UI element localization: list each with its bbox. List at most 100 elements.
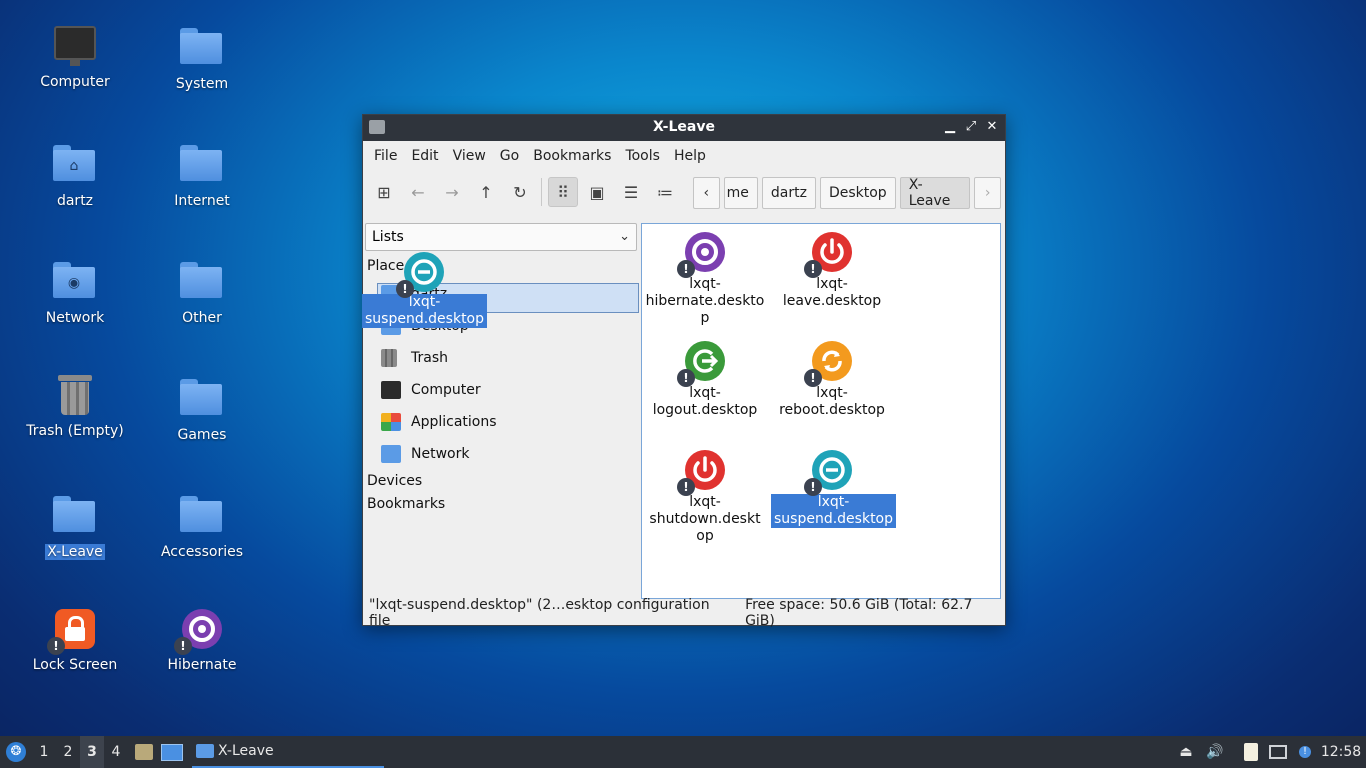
desktop-icon-accessories[interactable]: Accessories (142, 490, 262, 560)
file-item-reboot[interactable]: ! lxqt-reboot.desktop (771, 339, 893, 419)
folder-icon (180, 28, 224, 72)
taskbar-task-x-leave[interactable]: X-Leave (192, 736, 384, 768)
network-folder-icon (381, 445, 401, 463)
drag-ghost-label: lxqt-suspend.desktop (362, 294, 488, 328)
breadcrumb-item[interactable]: Desktop (819, 177, 896, 209)
compact-view-icon[interactable]: ☰ (616, 177, 646, 207)
sidebar-item-trash[interactable]: Trash (365, 342, 637, 374)
title-bar[interactable]: X-Leave ▁ ⤢ ✕ (363, 115, 1005, 141)
show-desktop-icon[interactable] (160, 736, 184, 768)
desktop-icon-lock-screen[interactable]: ! Lock Screen (15, 607, 135, 673)
file-name: lxqt-leave.desktop (782, 276, 882, 309)
desktop-icon-label: Lock Screen (32, 657, 118, 673)
icon-view-icon[interactable]: ⠿ (548, 177, 578, 207)
breadcrumb-scroll-right-icon[interactable]: › (974, 177, 1001, 209)
file-name-selected: lxqt-suspend.desktop (771, 494, 897, 528)
sidebar-item-label: Network (411, 446, 470, 462)
desktop-icon-network[interactable]: ◉ Network (15, 256, 135, 326)
power-icon: ! (804, 232, 852, 278)
thumbnail-view-icon[interactable]: ▣ (582, 177, 612, 207)
sidebar-item-computer[interactable]: Computer (365, 374, 637, 406)
breadcrumb-item-current[interactable]: X-Leave (899, 177, 971, 209)
warning-badge-icon: ! (47, 637, 65, 655)
file-view[interactable]: ! lxqt-hibernate.deskto p ! lxqt-leave.de… (641, 223, 1001, 599)
desktop-icon-system[interactable]: System (142, 22, 262, 92)
notification-icon[interactable]: ! (1294, 736, 1316, 768)
desktop-icon-label: Network (45, 310, 105, 326)
workspace-3-button[interactable]: 3 (80, 736, 104, 768)
file-name: lxqt-shutdown.deskt op (649, 494, 761, 544)
hibernate-icon: ! (174, 609, 224, 655)
desktop-icon-x-leave[interactable]: X-Leave (15, 490, 135, 560)
file-name: lxqt-logout.desktop (652, 385, 758, 418)
close-button[interactable]: ✕ (983, 118, 1001, 136)
forward-arrow-icon[interactable]: → (437, 177, 467, 207)
desktop-icon-internet[interactable]: Internet (142, 139, 262, 209)
reload-icon[interactable]: ↻ (505, 177, 535, 207)
breadcrumb-scroll-left-icon[interactable]: ‹ (693, 177, 720, 209)
workspace-1-button[interactable]: 1 (32, 736, 56, 768)
warning-badge-icon: ! (804, 478, 822, 496)
desktop-icon-label: Computer (40, 74, 110, 90)
menu-edit[interactable]: Edit (404, 148, 445, 164)
desktop-icon-label: Hibernate (167, 657, 237, 673)
file-item-logout[interactable]: ! lxqt-logout.desktop (644, 339, 766, 419)
trash-icon (381, 349, 397, 367)
start-menu-button[interactable]: ❂ (4, 736, 28, 768)
devices-section-header[interactable]: Devices (365, 470, 637, 493)
file-item-shutdown[interactable]: ! lxqt-shutdown.deskt op (644, 448, 766, 545)
sidebar-item-network[interactable]: Network (365, 438, 637, 470)
sidebar-item-label: Applications (411, 414, 497, 430)
file-item-leave[interactable]: ! lxqt-leave.desktop (771, 230, 893, 310)
desktop-icon-games[interactable]: Games (142, 373, 262, 443)
clock[interactable]: 12:58 (1320, 736, 1362, 768)
maximize-button[interactable]: ⤢ (962, 118, 980, 136)
file-item-hibernate[interactable]: ! lxqt-hibernate.deskto p (644, 230, 766, 327)
sidebar-item-applications[interactable]: Applications (365, 406, 637, 438)
hibernate-icon: ! (677, 232, 725, 278)
taskbar: ❂ 1 2 3 4 X-Leave ⏏ 🔊 ! 12:58 (0, 736, 1366, 768)
menu-tools[interactable]: Tools (618, 148, 667, 164)
breadcrumb: ‹ me dartz Desktop X-Leave › (693, 177, 1005, 209)
chevron-down-icon: ⌄ (619, 229, 630, 244)
network-status-icon[interactable] (1266, 736, 1290, 768)
workspace-2-button[interactable]: 2 (56, 736, 80, 768)
clipboard-icon[interactable] (1240, 736, 1262, 768)
breadcrumb-item[interactable]: me (723, 177, 758, 209)
back-arrow-icon[interactable]: ← (403, 177, 433, 207)
file-name: lxqt-reboot.desktop (779, 385, 885, 418)
warning-badge-icon: ! (396, 280, 414, 298)
menu-bar: File Edit View Go Bookmarks Tools Help (363, 141, 1005, 171)
network-folder-icon: ◉ (53, 262, 97, 306)
minimize-button[interactable]: ▁ (941, 118, 959, 136)
warning-badge-icon: ! (174, 637, 192, 655)
desktop-icon-trash[interactable]: Trash (Empty) (15, 373, 135, 439)
menu-bookmarks[interactable]: Bookmarks (526, 148, 618, 164)
desktop-icon-dartz[interactable]: ⌂ dartz (15, 139, 135, 209)
folder-icon (196, 744, 214, 758)
desktop-icon-label: Accessories (160, 544, 244, 560)
breadcrumb-item[interactable]: dartz (761, 177, 816, 209)
desktop-icon-computer[interactable]: Computer (15, 22, 135, 90)
file-manager-launcher-icon[interactable] (132, 736, 156, 768)
detailed-list-view-icon[interactable]: ≔ (650, 177, 680, 207)
menu-file[interactable]: File (367, 148, 404, 164)
menu-help[interactable]: Help (667, 148, 713, 164)
workspace-4-button[interactable]: 4 (104, 736, 128, 768)
menu-view[interactable]: View (446, 148, 493, 164)
up-arrow-icon[interactable]: ↑ (471, 177, 501, 207)
desktop-icon-label: Internet (174, 193, 230, 209)
desktop-icon-hibernate[interactable]: ! Hibernate (142, 607, 262, 673)
applications-icon (381, 413, 401, 431)
desktop-icon-other[interactable]: Other (142, 256, 262, 326)
volume-icon[interactable]: 🔊 (1204, 736, 1226, 768)
bookmarks-section-header[interactable]: Bookmarks (365, 493, 637, 516)
new-tab-icon[interactable]: ⊞ (369, 177, 399, 207)
toolbar: ⊞ ← → ↑ ↻ ⠿ ▣ ☰ ≔ ‹ me dartz Desktop X-L… (363, 171, 1005, 213)
menu-go[interactable]: Go (493, 148, 526, 164)
sidebar-item-label: Computer (411, 382, 481, 398)
eject-icon[interactable]: ⏏ (1176, 736, 1196, 768)
logout-icon: ! (677, 341, 725, 387)
file-item-suspend[interactable]: ! lxqt-suspend.desktop (771, 448, 897, 528)
side-pane-mode-select[interactable]: Lists ⌄ (365, 223, 637, 251)
